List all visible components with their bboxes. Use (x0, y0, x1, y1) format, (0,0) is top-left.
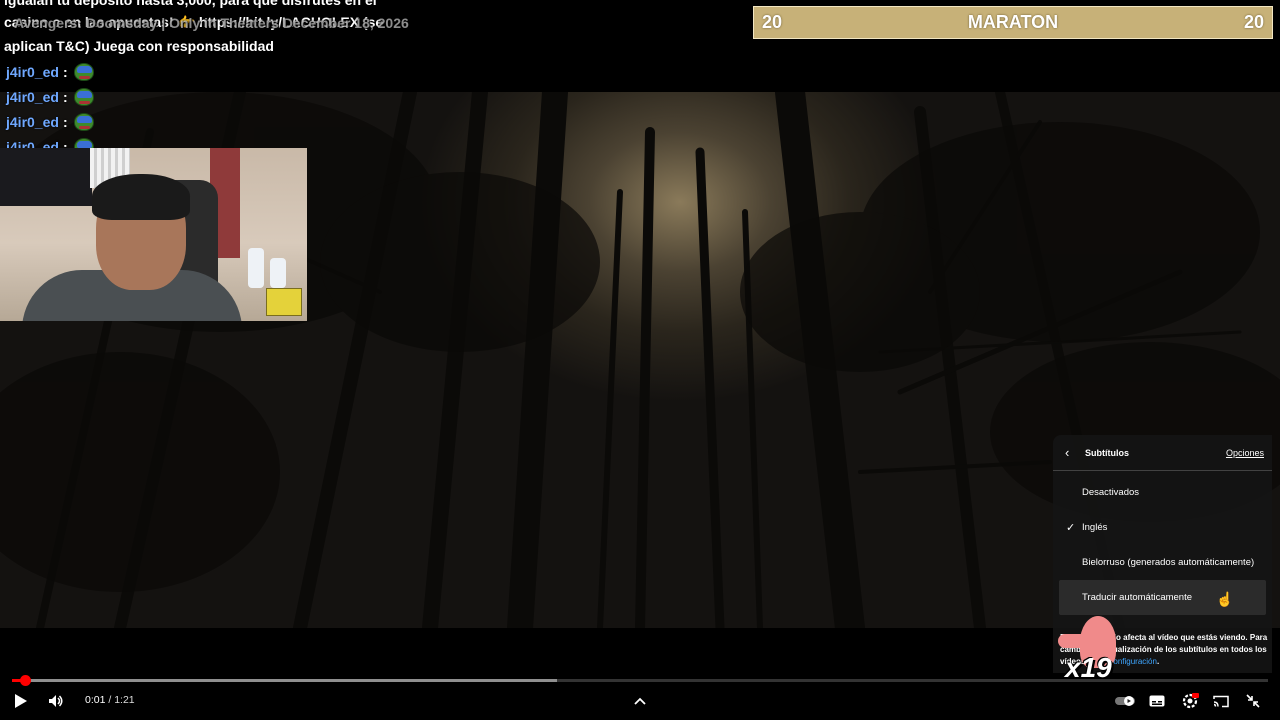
webcam-box (266, 288, 302, 316)
chat-headline-line1: igualan tu depósito hasta 3,000, para qu… (4, 0, 377, 8)
pepe-emote-icon (73, 112, 94, 131)
settings-button[interactable] (1180, 686, 1200, 716)
play-icon (15, 694, 27, 708)
check-icon: ✓ (1066, 522, 1076, 534)
subtitle-option-label: Bielorruso (generados automáticamente) (1082, 557, 1255, 568)
cast-icon (1213, 695, 1229, 707)
volume-icon (49, 695, 63, 707)
chat-username[interactable]: j4ir0_ed (6, 64, 59, 80)
subtitle-option-off[interactable]: Desactivados (1053, 475, 1272, 510)
chat-separator: : (62, 113, 68, 130)
maraton-banner: 20 MARATON 20 (753, 6, 1273, 39)
progress-scrubber-handle[interactable] (20, 675, 31, 686)
player-controls: 0:01 / 1:21 (0, 686, 1280, 716)
subtitle-option-label: Desactivados (1082, 487, 1140, 498)
chat-headline-ghost: Avengers: Doomsday | Only in Theaters De… (14, 15, 409, 31)
autoplay-toggle[interactable] (1114, 686, 1136, 716)
subtitles-icon (1149, 695, 1165, 707)
chevron-up-icon (634, 697, 646, 705)
expand-chapters-button[interactable] (632, 686, 648, 716)
chat-headline: igualan tu depósito hasta 3,000, para qu… (4, 0, 409, 57)
subtitles-options-link[interactable]: Opciones (1226, 448, 1264, 458)
time-display: 0:01 / 1:21 (85, 694, 135, 706)
autoplay-toggle-icon (1115, 696, 1135, 706)
exit-fullscreen-icon (1246, 694, 1260, 708)
banner-title: MARATON (967, 12, 1059, 32)
subtitles-note-end: . (1156, 657, 1160, 666)
chat-separator: : (62, 63, 68, 80)
webcam-overlay (0, 148, 307, 321)
webcam-bottle (248, 248, 264, 288)
chat-message: j4ir0_ed : (6, 59, 384, 84)
time-total: 1:21 (114, 694, 135, 706)
chat-overlay: igualan tu depósito hasta 3,000, para qu… (4, 0, 409, 159)
webcam-person-hair (92, 174, 190, 220)
progress-buffered (12, 679, 558, 682)
banner-left-number: 20 (762, 12, 783, 32)
subtitle-option-english[interactable]: ✓ Inglés (1053, 510, 1272, 545)
settings-icon (1182, 693, 1199, 709)
time-current: 0:01 (85, 694, 106, 706)
subtitles-menu-header: ‹ Subtítulos Opciones (1053, 435, 1272, 471)
play-button[interactable] (10, 686, 32, 716)
webcam-person (22, 174, 242, 321)
volume-button[interactable] (46, 686, 66, 716)
pepe-emote-icon (73, 62, 94, 81)
subtitles-menu-title[interactable]: Subtítulos (1085, 448, 1226, 458)
subtitle-option-label: Traducir automáticamente (1082, 592, 1193, 603)
chat-message: j4ir0_ed : (6, 109, 384, 134)
chat-separator: : (62, 88, 68, 105)
cast-button[interactable] (1212, 686, 1230, 716)
exit-fullscreen-button[interactable] (1244, 686, 1262, 716)
subtitles-button[interactable] (1148, 686, 1166, 716)
pepe-emote-icon (73, 87, 94, 106)
subtitle-option-label: Inglés (1082, 522, 1108, 533)
chat-username[interactable]: j4ir0_ed (6, 89, 59, 105)
subtitle-option-auto-translate[interactable]: Traducir automáticamente (1059, 580, 1266, 615)
back-chevron-icon[interactable]: ‹ (1065, 445, 1079, 460)
chat-username[interactable]: j4ir0_ed (6, 114, 59, 130)
hand-cursor-icon: ☝ (1216, 591, 1234, 607)
subtitle-option-belarusian-auto[interactable]: Bielorruso (generados automáticamente) (1053, 545, 1272, 580)
chat-headline-line3: aplican T&C) Juega con responsabilidad (4, 38, 274, 54)
chat-message: j4ir0_ed : (6, 84, 384, 109)
progress-bar[interactable] (12, 675, 1268, 686)
webcam-bottle (270, 258, 286, 288)
banner-right-number: 20 (1243, 12, 1264, 32)
time-separator: / (105, 694, 115, 706)
